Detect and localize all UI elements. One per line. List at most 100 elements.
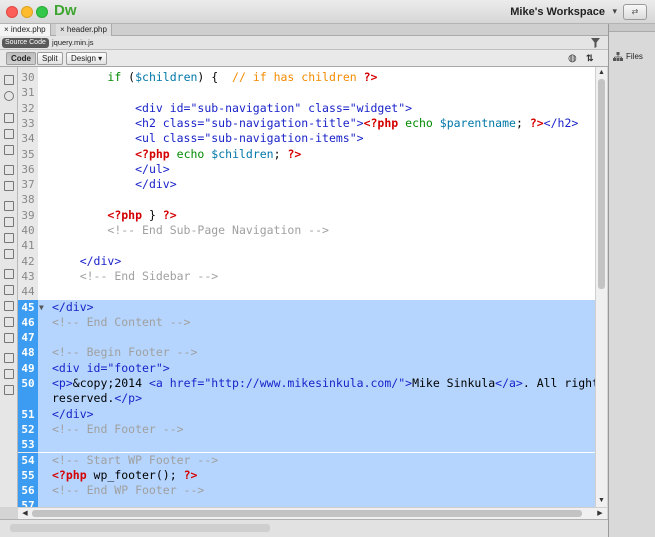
code-token: </div>	[52, 299, 94, 314]
open-documents-icon[interactable]	[4, 75, 14, 85]
code-token: if	[107, 70, 122, 84]
design-view-button[interactable]: Design ▾	[66, 52, 108, 65]
highlight-invalid-code-icon[interactable]	[4, 217, 14, 227]
code-line[interactable]: 30 if ($children) { // if has children ?…	[18, 70, 595, 85]
code-line[interactable]: 50 <p>&copy;2014 <a href="http://www.mike…	[18, 376, 595, 392]
code-token: <div id="sub-navigation" class="widget">	[135, 100, 413, 115]
code-line[interactable]: 42 </div>	[18, 254, 595, 269]
line-number: 42	[21, 254, 35, 268]
code-line[interactable]: 55 <?php wp_footer(); ?>	[18, 467, 595, 484]
collapse-selection-icon[interactable]	[4, 129, 14, 139]
move-css-icon[interactable]	[4, 333, 14, 343]
code-line[interactable]: 40 <!-- End Sub-Page Navigation -->	[18, 223, 595, 238]
code-line[interactable]: 46 <!-- End Content -->	[18, 314, 595, 331]
apply-comment-icon[interactable]	[4, 269, 14, 279]
wrap-tag-icon[interactable]	[4, 301, 14, 311]
zoom-window-button[interactable]	[36, 6, 48, 18]
code-line[interactable]: 49 <div id="footer">	[18, 360, 595, 376]
scroll-up-icon[interactable]: ▲	[597, 68, 606, 78]
code-line[interactable]: 56 <!-- End WP Footer -->	[18, 483, 595, 499]
preview-browser-icon[interactable]: ◍	[568, 53, 580, 64]
code-token: ?>	[162, 207, 177, 222]
code-line[interactable]: 35 <?php echo $children; ?>	[18, 147, 595, 162]
line-number: 54	[18, 452, 38, 468]
split-view-button[interactable]: Split	[37, 52, 63, 65]
code-line[interactable]: 33 <h2 class="sub-navigation-title"><?ph…	[18, 116, 595, 131]
horizontal-scrollbar[interactable]: ◀ ▶	[18, 507, 607, 519]
panel-toggle-button[interactable]: ⇄	[623, 4, 647, 20]
show-code-navigator-icon[interactable]	[4, 91, 14, 101]
code-line[interactable]: 57	[18, 498, 595, 507]
scroll-right-icon[interactable]: ▶	[595, 509, 605, 518]
code-line[interactable]: 37 </div>	[18, 177, 595, 192]
code-token: }	[142, 207, 163, 222]
scroll-down-icon[interactable]: ▼	[597, 496, 606, 506]
line-number: 41	[21, 239, 35, 253]
vertical-scrollbar[interactable]: ▲ ▼	[595, 67, 607, 507]
fold-toggle-icon[interactable]: ▼	[39, 300, 47, 315]
filter-icon[interactable]	[591, 38, 600, 48]
code-line[interactable]: 31	[18, 85, 595, 100]
code-line[interactable]: 43 <!-- End Sidebar -->	[18, 269, 595, 284]
code-token: ?>	[287, 146, 302, 161]
code-token: </a>	[495, 376, 523, 390]
code-editor[interactable]: 30 if ($children) { // if has children ?…	[18, 67, 595, 507]
code-line[interactable]: 54 <!-- Start WP Footer -->	[18, 452, 595, 468]
code-line[interactable]: 39 <?php } ?>	[18, 208, 595, 223]
tab-header-php[interactable]: × header.php	[56, 24, 112, 36]
tab-index-php[interactable]: × index.php	[0, 24, 51, 36]
code-line[interactable]: 51 </div>	[18, 406, 595, 422]
syntax-coloring-icon[interactable]	[4, 249, 14, 259]
related-file-jquery[interactable]: jquery.min.js	[52, 38, 94, 48]
format-source-code-icon[interactable]	[4, 385, 14, 395]
chevron-down-icon[interactable]: ▾	[612, 6, 617, 17]
balance-braces-icon[interactable]	[4, 181, 14, 191]
code-token: ?>	[529, 115, 544, 130]
workspace-switcher[interactable]: Mike's Workspace	[510, 6, 605, 18]
code-line[interactable]: 38	[18, 192, 595, 207]
panel-dock-header	[609, 24, 655, 32]
code-line[interactable]: 52 <!-- End Footer -->	[18, 421, 595, 438]
code-line[interactable]: 47	[18, 330, 595, 346]
indent-code-icon[interactable]	[4, 353, 14, 363]
code-view-button[interactable]: Code	[6, 52, 36, 65]
horizontal-scroll-thumb[interactable]	[32, 510, 582, 517]
expand-all-icon[interactable]	[4, 145, 14, 155]
code-token: <?php	[135, 146, 170, 161]
code-line[interactable]: 45 ▼ </div>	[18, 299, 595, 315]
select-parent-tag-icon[interactable]	[4, 165, 14, 175]
file-management-icon[interactable]: ⇅	[586, 53, 598, 64]
code-line[interactable]: 48 <!-- Begin Footer -->	[18, 345, 595, 361]
line-number: 57	[18, 498, 38, 507]
outdent-code-icon[interactable]	[4, 369, 14, 379]
code-line[interactable]: 34 <ul class="sub-navigation-items">	[18, 131, 595, 146]
code-token: <!-- Start WP Footer -->	[52, 452, 219, 467]
minimize-window-button[interactable]	[21, 6, 33, 18]
recent-snippets-icon[interactable]	[4, 317, 14, 327]
remove-comment-icon[interactable]	[4, 285, 14, 295]
files-panel-button[interactable]: Files	[613, 50, 653, 64]
word-wrap-icon[interactable]	[4, 233, 14, 243]
close-window-button[interactable]	[6, 6, 18, 18]
code-line[interactable]: 53	[18, 437, 595, 453]
scroll-left-icon[interactable]: ◀	[20, 509, 30, 518]
code-token: </p>	[114, 391, 143, 406]
code-line[interactable]: 32 <div id="sub-navigation" class="widge…	[18, 101, 595, 116]
status-scroll-thumb[interactable]	[10, 524, 270, 532]
code-line[interactable]: reserved.</p>	[18, 391, 595, 407]
document-tabs: × index.php × header.php	[0, 24, 608, 36]
line-number: 36	[21, 162, 35, 176]
line-number: 49	[18, 360, 38, 376]
code-token: </div>	[52, 406, 94, 421]
code-line[interactable]: 36 </ul>	[18, 162, 595, 177]
vertical-scroll-thumb[interactable]	[598, 79, 605, 289]
code-line[interactable]: 44	[18, 284, 595, 299]
source-code-button[interactable]: Source Code	[2, 38, 49, 48]
code-line[interactable]: 41	[18, 238, 595, 253]
line-numbers-icon[interactable]	[4, 201, 14, 211]
collapse-full-tag-icon[interactable]	[4, 113, 14, 123]
